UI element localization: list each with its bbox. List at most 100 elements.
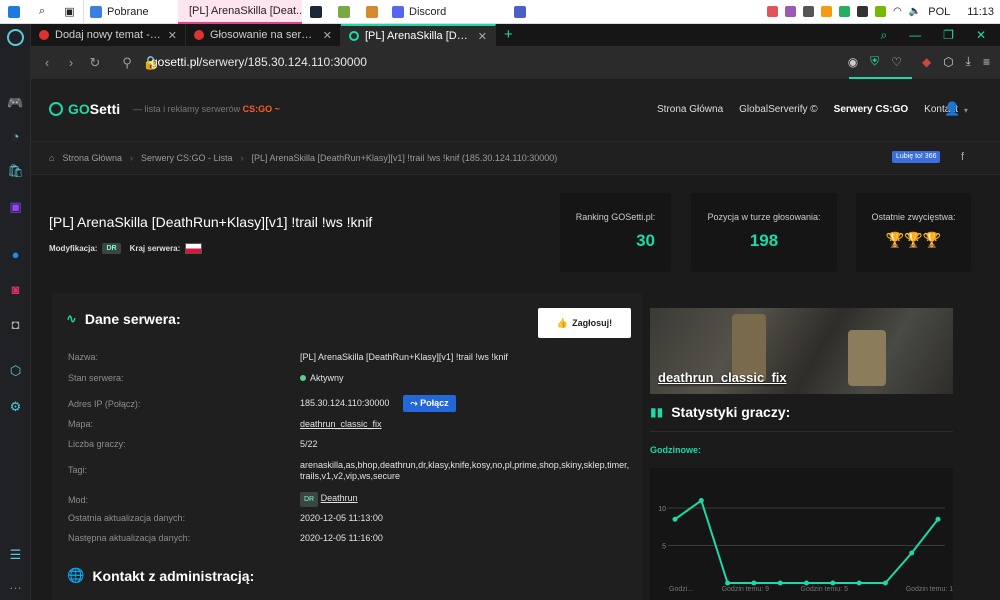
map-name-link[interactable]: deathrun_classic_fix (658, 370, 787, 385)
cube-icon[interactable]: ⬡ (943, 55, 953, 69)
nav-globalserverify[interactable]: GlobalServerify © (739, 104, 818, 115)
tray-app-icon[interactable] (767, 6, 779, 17)
detail-row-last-update: Ostatnia aktualizacja danych: 2020-12-05 … (68, 513, 383, 523)
taskbar-window-browser[interactable]: [PL] ArenaSkilla [Deat... (178, 0, 302, 24)
taskbar-window-downloads[interactable]: Pobrane (84, 0, 178, 24)
speed-dial-icon[interactable]: ◔ (5, 126, 26, 147)
map-image[interactable]: deathrun_classic_fix (650, 308, 953, 394)
x-tick-label: Godzin temu: 1 (906, 586, 953, 593)
forward-icon[interactable]: › (59, 55, 83, 70)
address-bar: ‹ › ↻ ⚲ 🔒 gosetti.pl/serwery/185.30.124.… (31, 46, 1000, 79)
tab-voting[interactable]: Głosowanie na serwery CS:GO✕ (186, 24, 341, 46)
pulse-icon: ∿ (66, 311, 77, 326)
last-wins-box: Ostatnie zwycięstwa: 🏆🏆🏆 (856, 193, 971, 272)
menu-icon[interactable]: ≡ (983, 55, 990, 69)
breadcrumb-home[interactable]: Strona Główna (62, 153, 122, 163)
close-tab-icon[interactable]: ✕ (168, 29, 177, 42)
nvidia-icon[interactable] (875, 6, 887, 17)
instagram-icon[interactable]: ◙ (5, 279, 26, 300)
detail-row-mod: Mod: DR Deathrun (68, 492, 630, 507)
wifi-icon[interactable]: ◠ (893, 6, 902, 17)
hourly-label: Godzinowe: (650, 445, 701, 455)
divider (650, 431, 953, 432)
mod-badge: DR (102, 243, 121, 254)
breadcrumb-servers[interactable]: Serwery CS:GO - Lista (141, 153, 233, 163)
search-tabs-icon[interactable]: ⌕ (880, 28, 887, 43)
language-indicator[interactable]: POL (928, 6, 950, 18)
taskbar-window-discord[interactable]: Discord (386, 0, 506, 24)
vote-button[interactable]: 👍 Zagłosuj! (538, 308, 631, 338)
user-menu-icon[interactable]: 👤 ▾ (944, 101, 968, 117)
data-point (830, 580, 836, 586)
steam-icon[interactable] (302, 0, 330, 24)
y-tick-label: 5 (662, 544, 666, 551)
y-tick-label: 10 (658, 506, 666, 513)
status-dot-icon (300, 375, 306, 381)
site-logo[interactable]: GOSetti — lista i reklamy serwerów CS:GO… (49, 101, 280, 117)
vote-position-box: Pozycja w turze głosowania: 198 (691, 193, 837, 272)
bar-chart-icon: ▮▮ (650, 405, 664, 419)
back-icon[interactable]: ‹ (35, 55, 59, 70)
sidebar-toggle-icon[interactable]: ☰ (5, 544, 26, 565)
more-icon[interactable]: … (5, 574, 26, 595)
home-icon: ⌂ (49, 153, 55, 163)
download-icon[interactable]: ⤓ (966, 54, 971, 69)
map-link[interactable]: deathrun_classic_fix (300, 419, 630, 430)
data-point (725, 580, 731, 586)
page-title: [PL] ArenaSkilla [DeathRun+Klasy][v1] !t… (49, 214, 373, 230)
reload-icon[interactable]: ↻ (83, 55, 107, 71)
site-info-icon[interactable]: ⚲ (115, 55, 139, 71)
clock[interactable]: 11:13 (967, 6, 994, 18)
tray-app-icon[interactable] (785, 6, 797, 17)
task-view-icon[interactable]: ▣ (56, 0, 84, 24)
discord-icon[interactable]: ◘ (5, 314, 26, 335)
tab-new-topic[interactable]: Dodaj nowy temat - ArenaSk✕ (31, 24, 186, 46)
shopping-bag-icon[interactable]: 🛍 (5, 160, 26, 181)
detail-row-ip: Adres IP (Połącz): 185.30.124.110:30000 ⤳ … (68, 395, 630, 412)
search-icon[interactable]: ⌕ (28, 0, 56, 24)
app-icon[interactable] (358, 0, 386, 24)
close-tab-icon[interactable]: ✕ (323, 29, 332, 42)
nav-servers[interactable]: Serwery CS:GO (834, 104, 908, 115)
site-favicon-icon (39, 30, 49, 40)
tray-app-icon[interactable] (821, 6, 833, 17)
volume-icon[interactable]: 🔈 (909, 6, 921, 17)
cube-icon[interactable]: ⬡ (5, 360, 26, 381)
tray-app-icon[interactable] (857, 6, 869, 17)
close-window-icon[interactable]: ✕ (976, 28, 986, 42)
webpage: GOSetti — lista i reklamy serwerów CS:GO… (31, 79, 1000, 600)
twitch-icon[interactable]: ▣ (5, 196, 26, 217)
data-point (698, 498, 704, 503)
data-point (882, 580, 888, 586)
teams-icon[interactable] (506, 0, 534, 24)
windows-start-icon[interactable] (0, 0, 28, 24)
camera-icon[interactable]: ◉ (848, 55, 858, 69)
maximize-icon[interactable]: ❐ (943, 28, 954, 42)
minimize-icon[interactable]: — (909, 28, 921, 42)
close-tab-icon[interactable]: ✕ (478, 30, 487, 43)
gamepad-icon[interactable]: 🎮 (5, 92, 26, 113)
ranking-box: Ranking GOSetti.pl: 30 (560, 193, 671, 272)
facebook-like-button[interactable]: Lubię to! 366 (892, 151, 941, 163)
browser-logo-icon[interactable] (7, 29, 24, 46)
url-field[interactable]: gosetti.pl/serwery/185.30.124.110:30000 (151, 55, 367, 69)
tray-app-icon[interactable] (839, 6, 851, 17)
new-tab-button[interactable]: + (496, 24, 521, 46)
settings-gear-icon[interactable]: ⚙ (5, 396, 26, 417)
tab-server-page[interactable]: [PL] ArenaSkilla [DeathRun+✕ (341, 24, 496, 46)
site-header: GOSetti — lista i reklamy serwerów CS:GO… (31, 79, 1000, 141)
facebook-icon[interactable]: f (961, 151, 971, 163)
minecraft-icon[interactable] (330, 0, 358, 24)
tray-app-icon[interactable] (803, 6, 815, 17)
heart-icon[interactable]: ♡ (891, 55, 902, 69)
messenger-icon[interactable]: ● (5, 244, 26, 265)
thumbs-up-icon: 👍 (556, 317, 569, 328)
shield-icon[interactable]: ⛨ (870, 54, 879, 69)
detail-row-status: Stan serwera: Aktywny (68, 373, 344, 383)
connect-button[interactable]: ⤳ Połącz (403, 395, 456, 412)
nav-home[interactable]: Strona Główna (657, 104, 723, 115)
mod-link[interactable]: Deathrun (321, 493, 358, 503)
x-tick-label: Godzin temu: 5 (801, 586, 849, 593)
server-meta: Modyfikacja: DR Kraj serwera: (49, 243, 203, 254)
extension-icon[interactable]: ◆ (922, 55, 931, 69)
